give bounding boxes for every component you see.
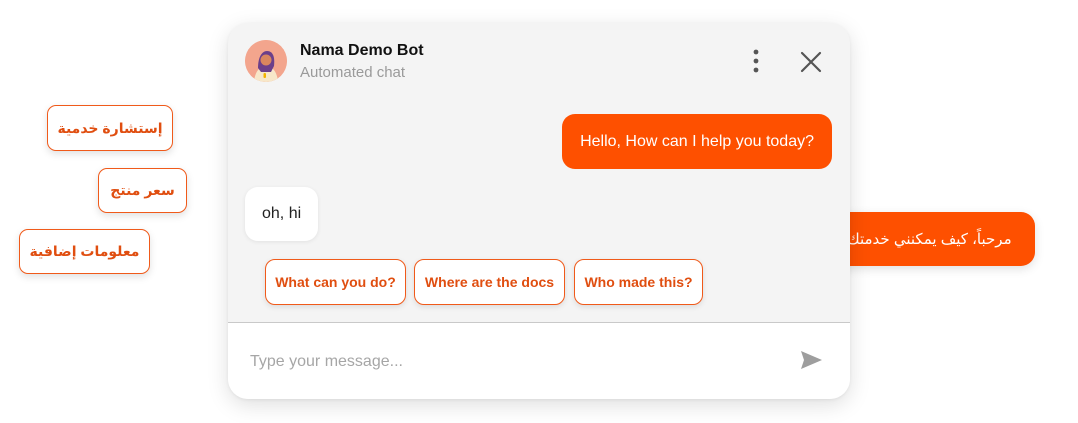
quick-reply-who-made-this[interactable]: Who made this? <box>574 259 703 305</box>
vertical-dots-icon[interactable] <box>746 47 766 75</box>
floating-chip-more-info[interactable]: معلومات إضافية <box>19 229 150 274</box>
bot-name: Nama Demo Bot <box>300 42 424 59</box>
message-text: oh, hi <box>262 205 302 222</box>
floating-chip-service-consultation[interactable]: إستشارة خدمية <box>47 105 173 151</box>
floating-chip-label: معلومات إضافية <box>29 243 140 259</box>
bot-avatar-icon <box>245 40 287 82</box>
user-message-bubble: oh, hi <box>245 187 319 241</box>
floating-chip-product-price[interactable]: سعر منتج <box>98 168 187 213</box>
quick-reply-label: Where are the docs <box>424 274 555 290</box>
floating-greeting-text: مرحباً، كيف يمكنني خدمتك؟ <box>839 231 1012 248</box>
bot-subtitle: Automated chat <box>300 64 406 81</box>
floating-chip-label: إستشارة خدمية <box>57 119 163 136</box>
quick-reply-label: Who made this? <box>584 274 693 290</box>
quick-reply-label: What can you do? <box>275 274 396 290</box>
quick-reply-what-can-you-do[interactable]: What can you do? <box>265 259 406 305</box>
bot-message-bubble: Hello, How can I help you today? <box>562 114 832 169</box>
chat-widget: Nama Demo Bot Automated chat Hello, How … <box>228 23 850 399</box>
send-icon[interactable] <box>798 347 824 373</box>
message-text: Hello, How can I help you today? <box>580 132 814 150</box>
close-icon[interactable] <box>798 49 824 75</box>
message-composer <box>228 323 850 399</box>
floating-chip-label: سعر منتج <box>110 182 175 198</box>
message-input[interactable] <box>248 343 772 381</box>
quick-reply-where-are-the-docs[interactable]: Where are the docs <box>414 259 565 305</box>
